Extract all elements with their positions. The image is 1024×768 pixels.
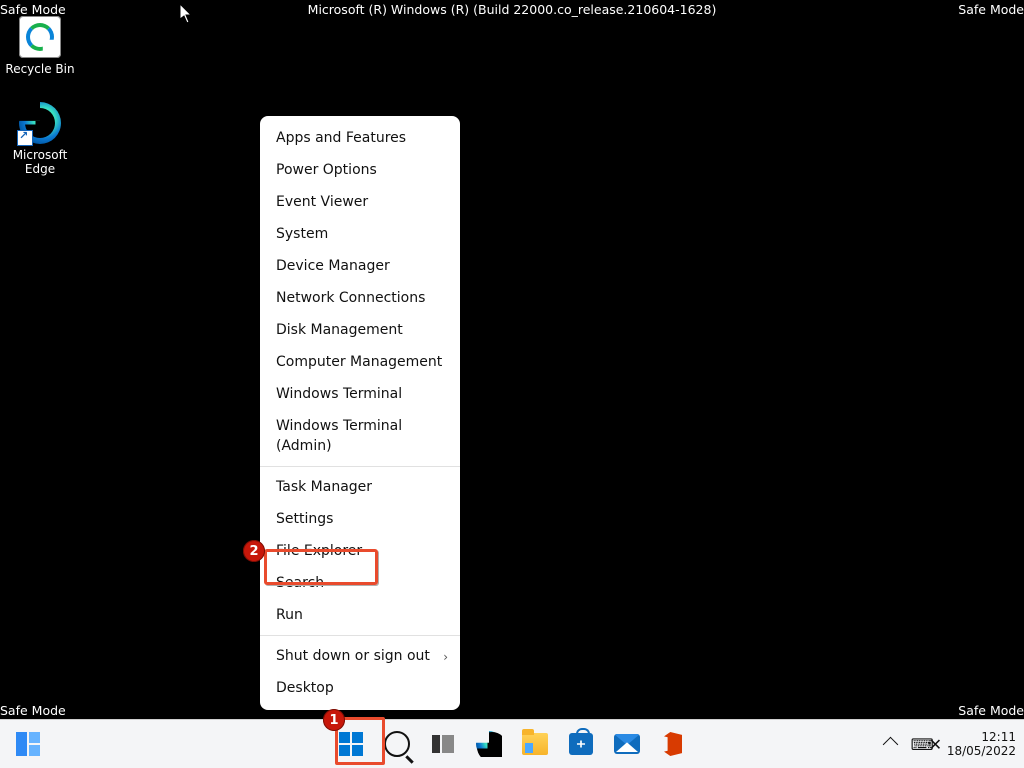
winx-run[interactable]: Run (260, 599, 460, 631)
edge-icon (476, 731, 502, 757)
microsoft-store-icon (569, 733, 593, 755)
shortcut-overlay-icon (17, 130, 33, 146)
safemode-label-bottom-left: Safe Mode (0, 703, 66, 718)
taskbar-edge-button[interactable] (471, 726, 507, 762)
quick-link-menu: Apps and Features Power Options Event Vi… (260, 116, 460, 710)
start-button[interactable] (333, 726, 369, 762)
winx-system[interactable]: System (260, 218, 460, 250)
desktop-icon-microsoft-edge[interactable]: Microsoft Edge (0, 102, 80, 176)
tray-input-language-button[interactable]: ⌨︎✕ (911, 726, 937, 762)
winx-event-viewer[interactable]: Event Viewer (260, 186, 460, 218)
edge-icon (19, 102, 61, 144)
winx-settings[interactable]: Settings (260, 503, 460, 535)
menu-item-label: Shut down or sign out (276, 648, 430, 664)
winx-power-options[interactable]: Power Options (260, 154, 460, 186)
taskbar-microsoft-store-button[interactable] (563, 726, 599, 762)
tray-date: 18/05/2022 (947, 744, 1016, 758)
search-icon (384, 731, 410, 757)
menu-separator (260, 466, 460, 467)
taskbar: ⌨︎✕ 12:11 18/05/2022 (0, 719, 1024, 768)
windows-build-label: Microsoft (R) Windows (R) (Build 22000.c… (308, 2, 717, 17)
desktop-icon-label: Microsoft Edge (0, 148, 80, 176)
mouse-cursor-icon (180, 4, 194, 24)
safemode-label-top-right: Safe Mode (958, 2, 1024, 17)
tray-clock[interactable]: 12:11 18/05/2022 (947, 730, 1016, 758)
taskbar-office-button[interactable] (655, 726, 691, 762)
tray-overflow-button[interactable] (881, 726, 901, 762)
winx-device-manager[interactable]: Device Manager (260, 250, 460, 282)
keyboard-language-icon: ⌨︎✕ (911, 735, 938, 754)
recycle-bin-icon (19, 16, 61, 58)
safemode-label-top-left: Safe Mode (0, 2, 66, 17)
winx-windows-terminal-admin[interactable]: Windows Terminal (Admin) (260, 410, 460, 462)
winx-computer-management[interactable]: Computer Management (260, 346, 460, 378)
desktop[interactable]: Safe Mode Safe Mode Safe Mode Safe Mode … (0, 0, 1024, 768)
taskbar-file-explorer-button[interactable] (517, 726, 553, 762)
safemode-label-bottom-right: Safe Mode (958, 703, 1024, 718)
windows-start-icon (339, 732, 363, 756)
menu-separator (260, 635, 460, 636)
winx-network-connections[interactable]: Network Connections (260, 282, 460, 314)
winx-disk-management[interactable]: Disk Management (260, 314, 460, 346)
desktop-icon-label: Recycle Bin (0, 62, 80, 76)
task-view-button[interactable] (425, 726, 461, 762)
mail-icon (614, 734, 640, 754)
winx-apps-and-features[interactable]: Apps and Features (260, 122, 460, 154)
chevron-right-icon: › (443, 647, 448, 667)
winx-windows-terminal[interactable]: Windows Terminal (260, 378, 460, 410)
taskbar-mail-button[interactable] (609, 726, 645, 762)
widgets-button[interactable] (10, 726, 46, 762)
chevron-up-icon (883, 736, 899, 752)
file-explorer-icon (522, 733, 548, 755)
search-button[interactable] (379, 726, 415, 762)
winx-search[interactable]: Search (260, 567, 460, 599)
task-view-icon (432, 735, 454, 753)
winx-desktop[interactable]: Desktop (260, 672, 460, 704)
widgets-icon (16, 732, 40, 756)
desktop-icon-recycle-bin[interactable]: Recycle Bin (0, 16, 80, 76)
tray-time: 12:11 (947, 730, 1016, 744)
winx-file-explorer[interactable]: File Explorer (260, 535, 460, 567)
winx-shut-down-or-sign-out[interactable]: Shut down or sign out › (260, 640, 460, 672)
winx-task-manager[interactable]: Task Manager (260, 471, 460, 503)
office-icon (664, 732, 682, 756)
